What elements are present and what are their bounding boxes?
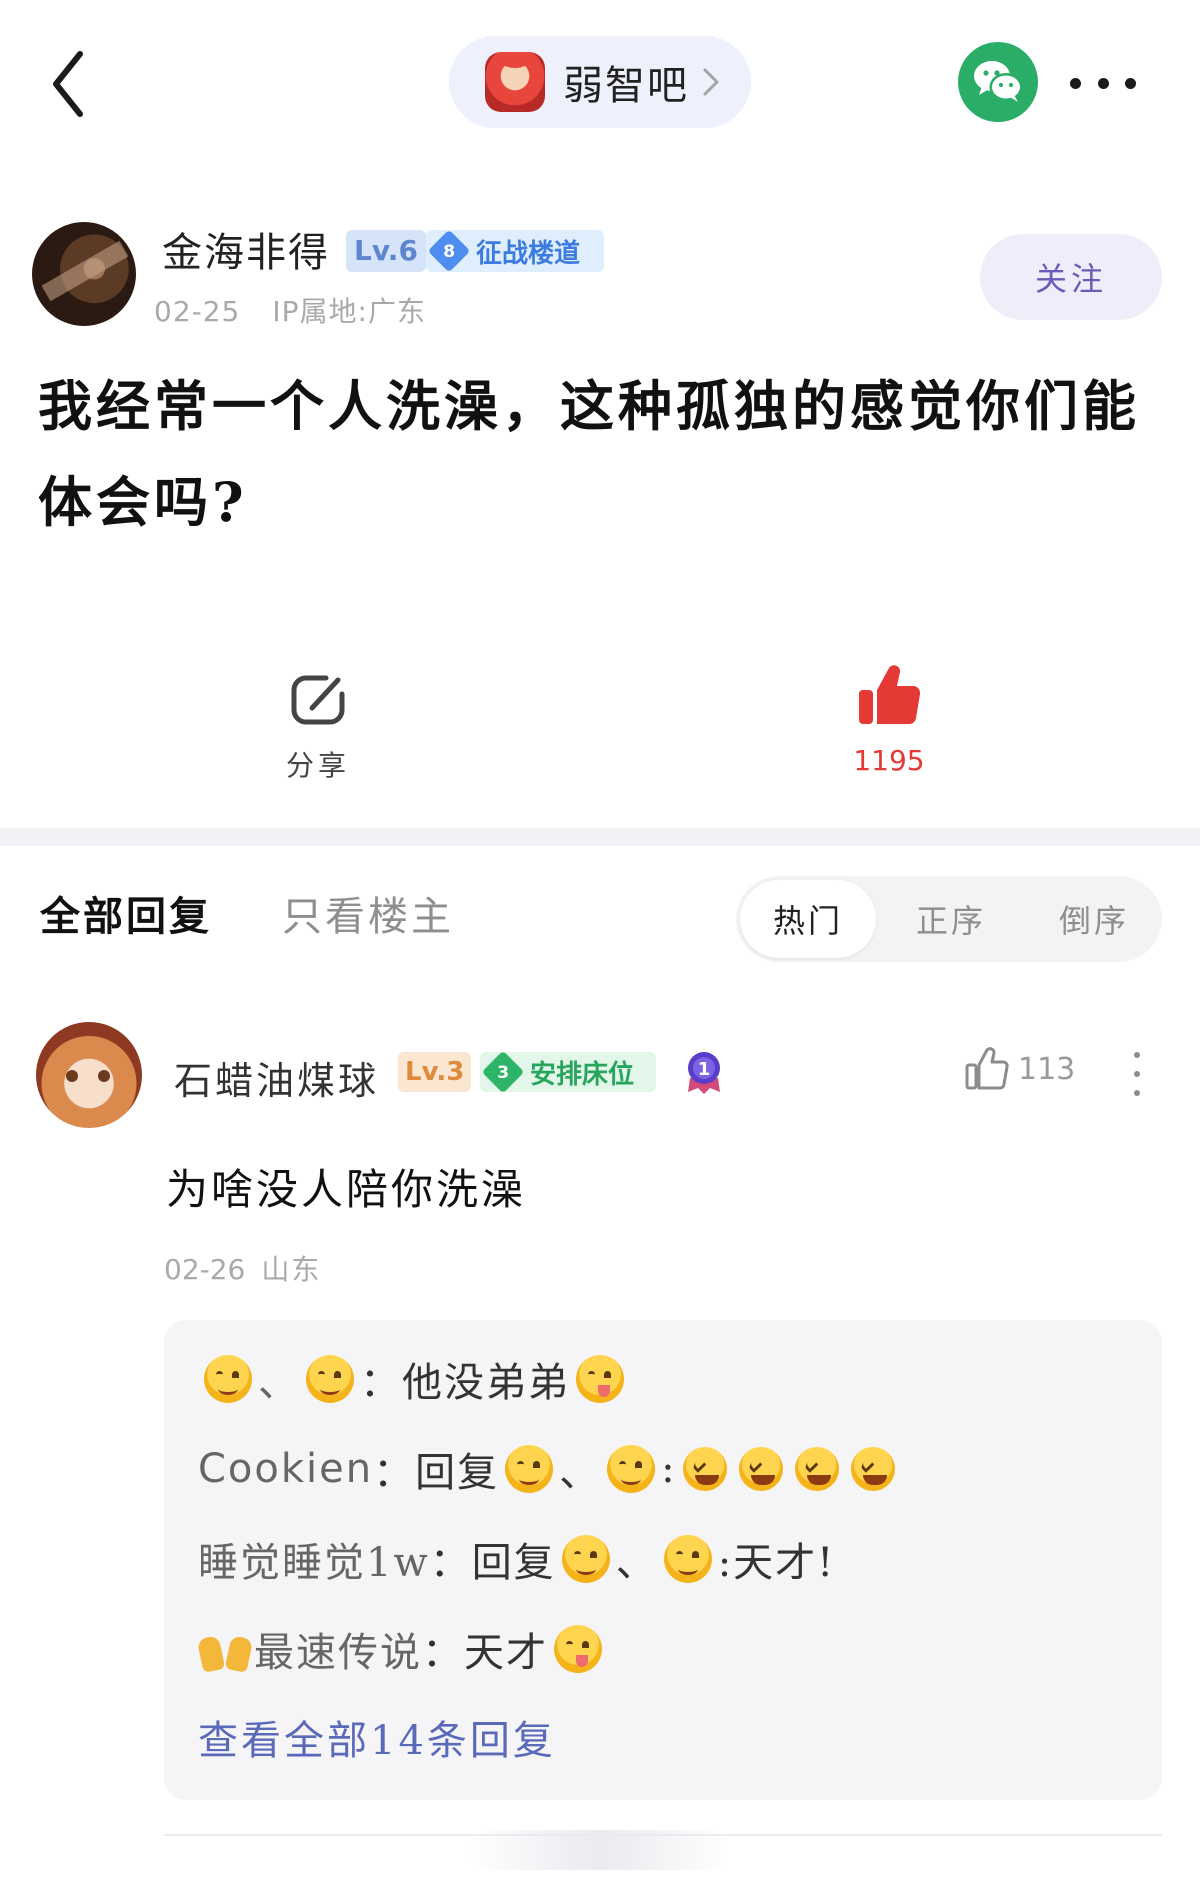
rank-diamond-icon: 3 xyxy=(481,1050,525,1094)
share-icon xyxy=(291,675,345,725)
rank-title: 征战楼道 xyxy=(476,238,581,269)
comment-text: 为啥没人陪你洗澡 xyxy=(166,1165,527,1214)
ip-location: IP属地:广东 xyxy=(272,295,426,328)
sub-reply[interactable]: 睡觉睡觉1w ： 回复 、 :天才! xyxy=(198,1530,835,1588)
post-title: 我经常一个人洗澡，这种孤独的感觉你们能体会吗? xyxy=(38,374,1140,534)
smiling-face-icon xyxy=(204,1355,252,1403)
grinning-squint-face-icon xyxy=(850,1447,895,1491)
comment-date: 02-26 xyxy=(164,1253,246,1286)
reply-username[interactable]: 最速传说 xyxy=(254,1620,422,1678)
smiling-face-icon xyxy=(505,1445,554,1493)
tab-op-only[interactable]: 只看楼主 xyxy=(282,884,454,942)
reply-username[interactable]: Cookien xyxy=(198,1446,373,1492)
reply-colon: ： xyxy=(360,1360,402,1406)
sort-ascending[interactable]: 正序 xyxy=(886,876,1016,962)
comment-meta: 02-26 山东 xyxy=(164,1248,321,1288)
section-divider xyxy=(0,828,1200,846)
share-label: 分享 xyxy=(285,749,350,782)
wechat-share-button[interactable] xyxy=(958,42,1038,122)
commenter-rank-badge: 3 安排床位 xyxy=(480,1050,656,1094)
reply-text: :天才! xyxy=(717,1540,836,1586)
yum-face-icon xyxy=(576,1355,624,1403)
sort-descending[interactable]: 倒序 xyxy=(1026,876,1162,962)
more-dots-icon[interactable] xyxy=(1070,66,1136,100)
wechat-icon xyxy=(974,61,1023,102)
sub-replies-panel[interactable]: 、 ： 他没弟弟 Cookien ： 回复 、 : 睡觉睡觉1w ： 回复 、 … xyxy=(164,1320,1162,1800)
thumbs-up-outline-icon xyxy=(965,1047,1009,1090)
commenter-avatar[interactable] xyxy=(36,1022,142,1128)
thumbs-up-filled-icon xyxy=(859,665,921,725)
sub-reply[interactable]: Cookien ： 回复 、 : xyxy=(198,1440,901,1498)
grinning-squint-face-icon xyxy=(738,1447,783,1491)
commenter-rank-title: 安排床位 xyxy=(530,1059,635,1090)
smiling-face-icon xyxy=(306,1355,354,1403)
share-button[interactable]: 分享 xyxy=(276,668,360,784)
author-meta: 02-25 IP属地:广东 xyxy=(154,290,426,330)
reply-word: 回复 xyxy=(415,1450,500,1496)
grinning-squint-face-icon xyxy=(794,1447,839,1491)
like-count: 1195 xyxy=(853,744,925,777)
reply-colon: ： xyxy=(429,1540,472,1586)
smiling-face-icon xyxy=(561,1535,610,1583)
top-bar: 弱智吧 xyxy=(0,0,1200,170)
yum-face-icon xyxy=(554,1625,602,1673)
like-button[interactable]: 1195 xyxy=(834,660,944,777)
chevron-right-icon xyxy=(703,68,719,96)
reply-text: 他没弟弟 xyxy=(402,1360,570,1406)
reply-word: 回复 xyxy=(471,1540,556,1586)
scroll-fade xyxy=(470,1830,730,1870)
grinning-squint-face-icon xyxy=(682,1447,727,1491)
reply-separator: 、 xyxy=(559,1450,602,1496)
commenter-level-badge: Lv.3 xyxy=(398,1052,472,1092)
level-badge: Lv.6 xyxy=(346,230,426,272)
forum-avatar xyxy=(485,52,545,112)
comment-location: 山东 xyxy=(261,1253,322,1286)
reply-separator: 、 xyxy=(258,1360,300,1406)
author-name[interactable]: 金海非得 xyxy=(162,220,330,278)
comment-more-icon[interactable] xyxy=(1130,1052,1144,1096)
forum-link[interactable]: 弱智吧 xyxy=(449,36,751,128)
smiling-face-icon xyxy=(663,1535,712,1583)
reply-username[interactable]: 睡觉睡觉1w xyxy=(198,1530,430,1588)
tab-all-replies[interactable]: 全部回复 xyxy=(40,884,212,942)
svg-text:1: 1 xyxy=(698,1059,711,1080)
author-avatar[interactable] xyxy=(32,222,136,326)
comment-like-button[interactable]: 113 xyxy=(964,1046,1075,1092)
reply-text: 天才 xyxy=(464,1630,548,1676)
rank-badge: 8 征战楼道 xyxy=(426,229,604,273)
commenter-name[interactable]: 石蜡油煤球 xyxy=(174,1050,379,1105)
post-date: 02-25 xyxy=(154,295,241,328)
reply-colon: ： xyxy=(422,1630,464,1676)
forum-name: 弱智吧 xyxy=(563,63,689,109)
sub-reply[interactable]: 、 ： 他没弟弟 xyxy=(198,1350,630,1408)
rank-diamond-icon: 8 xyxy=(427,229,471,273)
reply-colon: : xyxy=(661,1446,677,1492)
smiling-face-icon xyxy=(607,1445,656,1493)
sort-toggle: 热门 正序 倒序 xyxy=(736,876,1162,962)
view-all-replies-link[interactable]: 查看全部14条回复 xyxy=(198,1708,556,1766)
reply-separator: 、 xyxy=(615,1540,658,1586)
medal-icon: 1 xyxy=(688,1052,720,1094)
comment-like-count: 113 xyxy=(1018,1051,1076,1087)
reply-colon: ： xyxy=(373,1450,416,1496)
back-chevron-icon[interactable] xyxy=(48,46,98,122)
sort-hot[interactable]: 热门 xyxy=(740,880,876,958)
raising-hands-icon xyxy=(198,1625,252,1673)
follow-button[interactable]: 关注 xyxy=(980,234,1162,320)
sub-reply[interactable]: 最速传说 ： 天才 xyxy=(198,1620,608,1678)
